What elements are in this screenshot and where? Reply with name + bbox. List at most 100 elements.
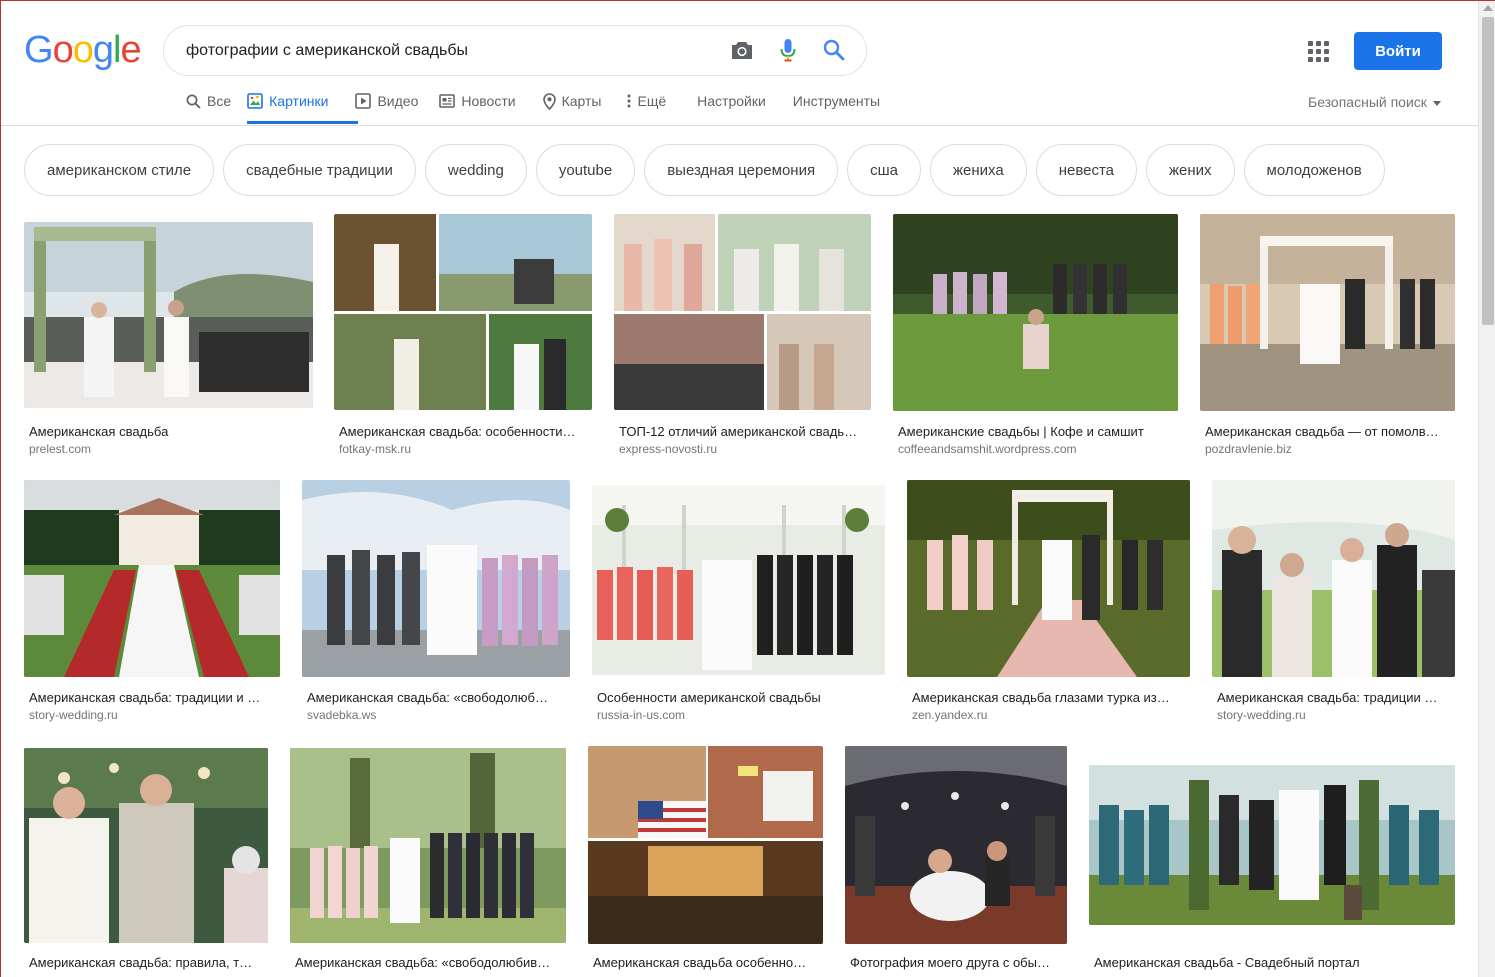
result-title: Американская свадьба: традиции … <box>1217 690 1438 705</box>
result-title: Американская свадьба - Свадебный портал <box>1094 955 1360 970</box>
result-source: express-novosti.ru <box>619 442 718 456</box>
result-title: Американские свадьбы | Кофе и самшит <box>898 424 1144 439</box>
result-thumbnail[interactable] <box>845 746 1067 944</box>
chip[interactable]: свадебные традиции <box>223 144 416 196</box>
image-result[interactable]: Фотография моего друга с обы… <box>845 746 1067 977</box>
result-title: Американская свадьба: «свободолюб… <box>307 690 548 705</box>
image-result[interactable]: Особенности американской свадьбы russia-… <box>592 480 885 730</box>
result-thumbnail[interactable] <box>614 214 871 410</box>
tab-tools[interactable]: Инструменты <box>793 89 880 113</box>
result-thumbnail[interactable] <box>290 748 566 943</box>
result-source: story-wedding.ru <box>1217 708 1306 722</box>
microphone-icon[interactable] <box>776 38 800 62</box>
image-result[interactable]: Американская свадьба особенно… <box>588 746 823 977</box>
result-source: prelest.com <box>29 442 92 456</box>
result-thumbnail[interactable] <box>302 480 570 677</box>
image-result[interactable]: Американская свадьба глазами турка из… z… <box>907 480 1190 730</box>
result-source: story-wedding.ru <box>29 708 118 722</box>
result-title: Особенности американской свадьбы <box>597 690 821 705</box>
vertical-scrollbar[interactable] <box>1478 1 1495 977</box>
image-result[interactable]: Американская свадьба — от помолв… pozdra… <box>1200 214 1455 464</box>
logo-letter: o <box>72 29 94 71</box>
tab-label: Все <box>207 93 232 109</box>
logo-letter: G <box>24 29 54 71</box>
tab-images[interactable]: Картинки <box>247 89 328 113</box>
chip[interactable]: youtube <box>535 144 636 196</box>
chip[interactable]: жених <box>1146 144 1235 196</box>
result-thumbnail[interactable] <box>24 480 280 677</box>
result-thumbnail[interactable] <box>24 748 268 943</box>
result-thumbnail[interactable] <box>592 485 885 675</box>
related-searches: американском стиле свадебные традиции we… <box>24 144 1385 196</box>
chip[interactable]: молодоженов <box>1243 144 1385 196</box>
scrollbar-thumb[interactable] <box>1482 17 1494 325</box>
apps-grid-icon[interactable] <box>1308 41 1329 62</box>
result-thumbnail[interactable] <box>1212 480 1455 677</box>
safe-search-toggle[interactable]: Безопасный поиск <box>1308 94 1441 110</box>
header-divider <box>1 125 1478 126</box>
result-title: Американская свадьба глазами турка из… <box>912 690 1170 705</box>
google-logo[interactable]: Google <box>24 29 142 71</box>
sign-in-button[interactable]: Войти <box>1354 32 1442 70</box>
map-pin-icon <box>542 92 556 110</box>
result-title: Фотография моего друга с обы… <box>850 955 1050 970</box>
active-tab-indicator <box>247 121 358 124</box>
result-source: pozdravlenie.biz <box>1205 442 1292 456</box>
result-source: zen.yandex.ru <box>912 708 988 722</box>
tab-label: Настройки <box>697 93 766 109</box>
caret-down-icon <box>1432 100 1441 106</box>
tab-news[interactable]: Новости <box>439 89 516 113</box>
tab-label: Инструменты <box>792 93 881 109</box>
tab-label: Карты <box>561 93 602 109</box>
tab-label: Видео <box>377 93 419 109</box>
result-thumbnail[interactable] <box>334 214 592 410</box>
result-thumbnail[interactable] <box>24 222 313 408</box>
image-result[interactable]: Американские свадьбы | Кофе и самшит cof… <box>893 214 1178 464</box>
image-result[interactable]: Американская свадьба - Свадебный портал <box>1089 746 1455 977</box>
camera-icon[interactable] <box>730 38 754 62</box>
chip[interactable]: wedding <box>424 144 527 196</box>
image-result[interactable]: Американская свадьба: традиции … story-w… <box>1212 480 1455 730</box>
image-result[interactable]: Американская свадьба: правила, т… <box>24 748 268 977</box>
result-thumbnail[interactable] <box>907 480 1190 677</box>
news-icon <box>439 94 456 108</box>
tab-label: Картинки <box>269 93 329 109</box>
chip[interactable]: выездная церемония <box>644 144 839 196</box>
result-title: Американская свадьба: традиции и … <box>29 690 261 705</box>
result-title: Американская свадьба <box>29 424 169 439</box>
chip[interactable]: невеста <box>1035 144 1137 196</box>
more-vert-icon <box>627 94 631 108</box>
image-result[interactable]: Американская свадьба: «свободолюбив… <box>290 748 566 977</box>
tab-label: Ещё <box>637 93 667 109</box>
image-result[interactable]: Американская свадьба: «свободолюб… svade… <box>302 480 570 730</box>
result-title: ТОП-12 отличий американской свадь… <box>619 424 858 439</box>
chip[interactable]: американском стиле <box>24 144 215 196</box>
scroll-up-arrow-icon[interactable] <box>1483 5 1493 11</box>
search-icon[interactable] <box>822 38 846 62</box>
result-thumbnail[interactable] <box>588 746 823 944</box>
chip[interactable]: жениха <box>929 144 1027 196</box>
tab-video[interactable]: Видео <box>355 89 418 113</box>
result-source: fotkay-msk.ru <box>339 442 412 456</box>
tab-maps[interactable]: Карты <box>542 89 602 113</box>
result-thumbnail[interactable] <box>1200 214 1455 411</box>
result-thumbnail[interactable] <box>1089 765 1455 925</box>
browser-page: Google Войти Все Картинки <box>0 0 1495 977</box>
logo-letter: o <box>52 29 74 71</box>
search-box <box>163 25 867 76</box>
result-thumbnail[interactable] <box>893 214 1178 411</box>
result-title: Американская свадьба: «свободолюбив… <box>295 955 551 970</box>
image-result[interactable]: Американская свадьба prelest.com <box>24 214 313 464</box>
result-source: russia-in-us.com <box>597 708 686 722</box>
search-input[interactable] <box>186 37 716 65</box>
image-result[interactable]: Американская свадьба: особенности… fotka… <box>334 214 592 464</box>
tab-all[interactable]: Все <box>186 89 231 113</box>
result-source: svadebka.ws <box>307 708 377 722</box>
logo-letter: g <box>92 29 114 71</box>
tab-settings[interactable]: Настройки <box>697 89 766 113</box>
chip[interactable]: сша <box>847 144 921 196</box>
tab-more[interactable]: Ещё <box>627 89 666 113</box>
image-result[interactable]: Американская свадьба: традиции и … story… <box>24 480 280 730</box>
image-result[interactable]: ТОП-12 отличий американской свадь… expre… <box>614 214 871 464</box>
search-actions <box>730 38 846 62</box>
